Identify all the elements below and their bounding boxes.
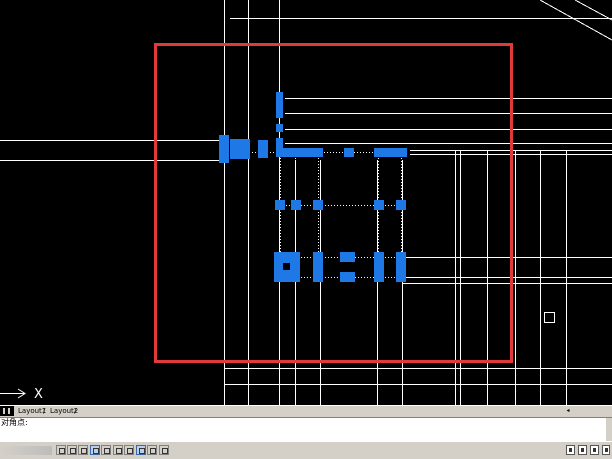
ucs-x-label: X [34,387,43,402]
scroll-left-arrow-icon[interactable]: ◂ [564,407,572,415]
status-bar [0,441,612,459]
grip [258,140,268,158]
grip [291,200,301,210]
grip [276,92,283,118]
grip [374,252,384,282]
am-icon[interactable] [578,445,587,455]
grip [396,252,406,282]
pickbox-cursor [544,312,555,323]
lwt-icon[interactable] [147,445,157,455]
grip-group [219,92,407,282]
tab-separator: / [43,407,46,415]
ortho-icon[interactable] [78,445,88,455]
drawing-line [539,0,612,41]
model-icon[interactable] [159,445,169,455]
grip-hollow [283,263,290,270]
grip [313,200,323,210]
grip [219,135,229,163]
otrack-icon[interactable] [113,445,123,455]
grip [276,124,283,132]
coordinate-readout [0,446,52,455]
osnap-icon[interactable] [101,445,111,455]
clean-screen-icon[interactable] [602,445,610,455]
grip [340,252,355,262]
qp-icon[interactable] [590,445,599,455]
grip [230,139,250,159]
grip [313,252,323,282]
grip [276,148,323,157]
polar-icon[interactable] [90,445,100,455]
grip [374,200,384,210]
ducs-icon[interactable] [124,445,134,455]
tab-nav-arrows[interactable] [0,406,14,416]
grip [374,148,407,157]
sc-icon[interactable] [566,445,575,455]
command-input[interactable] [0,428,604,440]
snap-icon[interactable] [56,445,66,455]
grip [275,200,285,210]
grip [396,200,406,210]
selection-window [154,43,513,363]
dyn-icon[interactable] [136,445,146,455]
grip [344,148,354,157]
command-scrollbar[interactable] [606,418,612,442]
grip [340,272,355,282]
grid-icon[interactable] [67,445,77,455]
grip [276,138,283,148]
horizontal-scrollbar[interactable] [78,407,612,415]
drawing-canvas[interactable]: X [0,0,612,405]
command-prompt: 对角点: [1,418,28,427]
drawing-viewport[interactable]: X [0,0,612,405]
command-window[interactable]: 对角点: [0,417,612,442]
ucs-icon: X [0,387,43,402]
drawing-line [574,0,612,21]
tab-separator: / [74,407,77,415]
